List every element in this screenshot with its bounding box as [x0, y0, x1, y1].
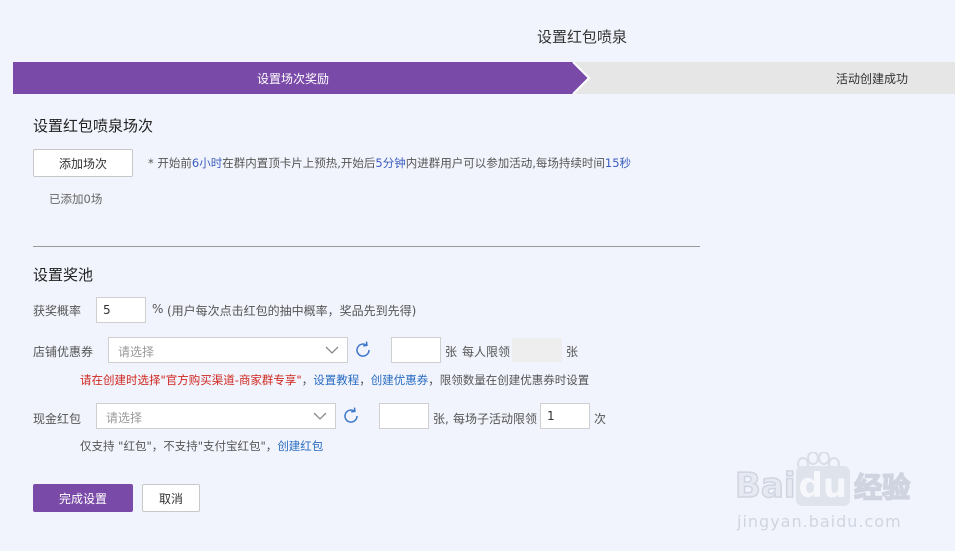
coupon-select[interactable]: 请选择: [108, 337, 348, 363]
probability-unit: %: [152, 302, 164, 316]
cash-label: 现金红包: [33, 412, 82, 426]
probability-label: 获奖概率: [33, 304, 82, 318]
watermark-url: jingyan.baidu.com: [737, 512, 902, 531]
session-note: * 开始前6小时在群内置顶卡片上预热,开始后5分钟内进群用户可以参加活动,每场持…: [148, 156, 632, 170]
page-title: 设置红包喷泉: [536, 28, 627, 46]
baidu-watermark: Baidu 经验 jingyan.baidu.com: [734, 452, 950, 547]
watermark-brand-cn: 经验: [853, 470, 911, 505]
refresh-icon[interactable]: [341, 406, 361, 426]
coupon-hint: 请在创建时选择"官方购买渠道-商家群专享"，设置教程，创建优惠券，限领数量在创建…: [80, 373, 590, 387]
step-indicator: 设置场次奖励 活动创建成功: [13, 62, 955, 94]
cash-count-unit: 张,: [433, 412, 449, 426]
coupon-select-placeholder: 请选择: [118, 345, 155, 359]
coupon-count-input[interactable]: [391, 337, 441, 363]
probability-input[interactable]: [96, 297, 146, 323]
pool-section-title: 设置奖池: [33, 266, 94, 284]
setup-tutorial-link[interactable]: 设置教程: [313, 373, 359, 387]
watermark-brand-a: Bai: [734, 465, 796, 507]
cash-per-input[interactable]: [540, 403, 590, 429]
cash-select[interactable]: 请选择: [96, 403, 336, 429]
submit-button[interactable]: 完成设置: [33, 484, 133, 512]
probability-hint: (用户每次点击红包的抽中概率，奖品先到先得): [167, 304, 417, 318]
session-section-title: 设置红包喷泉场次: [33, 117, 154, 135]
cash-count-input[interactable]: [379, 403, 429, 429]
coupon-per-user-input: [512, 338, 562, 362]
refresh-icon[interactable]: [353, 340, 373, 360]
create-coupon-link[interactable]: 创建优惠券: [371, 373, 429, 387]
step-2-label[interactable]: 活动创建成功: [836, 70, 908, 87]
cancel-button[interactable]: 取消: [142, 484, 200, 512]
create-red-packet-link[interactable]: 创建红包: [277, 439, 323, 453]
cash-select-placeholder: 请选择: [106, 411, 143, 425]
chevron-down-icon: [325, 346, 339, 354]
cash-hint: 仅支持 "红包"，不支持"支付宝红包"，创建红包: [80, 439, 324, 453]
coupon-count-unit: 张: [445, 345, 458, 359]
coupon-label: 店铺优惠券: [33, 345, 94, 359]
add-session-button[interactable]: 添加场次: [33, 149, 133, 177]
chevron-down-icon: [313, 412, 327, 420]
step-1-label[interactable]: 设置场次奖励: [257, 70, 329, 87]
coupon-warning: 请在创建时选择"官方购买渠道-商家群专享": [80, 373, 302, 387]
cash-per-unit: 次: [594, 412, 607, 426]
watermark-brand-b: du: [795, 466, 851, 506]
added-count-text: 已添加0场: [49, 192, 103, 206]
coupon-per-user-unit: 张: [566, 345, 579, 359]
coupon-per-user-label: 每人限领: [462, 345, 511, 359]
cash-per-label: 每场子活动限领: [453, 412, 538, 426]
section-divider: [33, 246, 700, 247]
